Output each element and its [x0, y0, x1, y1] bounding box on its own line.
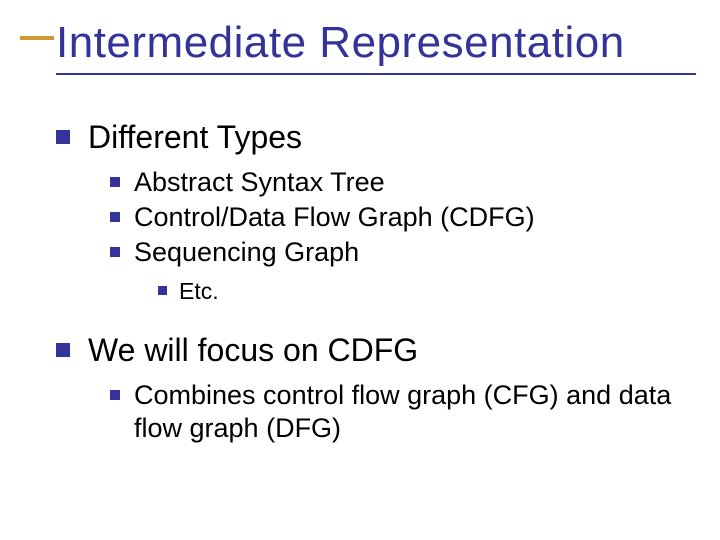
square-bullet-icon: [56, 343, 70, 357]
slide: Intermediate Representation Different Ty…: [0, 0, 720, 540]
bullet-text: Etc.: [179, 277, 219, 305]
bullet-level2: Combines control flow graph (CFG) and da…: [110, 379, 676, 445]
square-bullet-icon: [110, 247, 120, 257]
bullet-level2: Control/Data Flow Graph (CDFG): [110, 201, 676, 234]
slide-title: Intermediate Representation: [56, 18, 625, 68]
bullet-level1: We will focus on CDFG: [56, 331, 676, 369]
slide-body: Different Types Abstract Syntax Tree Con…: [56, 108, 676, 447]
bullet-level2-group: Combines control flow graph (CFG) and da…: [110, 379, 676, 445]
square-bullet-icon: [158, 286, 167, 295]
bullet-level2: Abstract Syntax Tree: [110, 166, 676, 199]
square-bullet-icon: [110, 212, 120, 222]
square-bullet-icon: [110, 177, 120, 187]
bullet-level3-group: Etc.: [158, 277, 676, 305]
bullet-text: Control/Data Flow Graph (CDFG): [134, 201, 535, 234]
bullet-text: Sequencing Graph: [134, 236, 359, 269]
bullet-level3: Etc.: [158, 277, 676, 305]
bullet-text: Combines control flow graph (CFG) and da…: [134, 379, 676, 445]
square-bullet-icon: [110, 390, 120, 400]
accent-line: [20, 36, 54, 40]
bullet-level1: Different Types: [56, 118, 676, 156]
square-bullet-icon: [56, 130, 70, 144]
bullet-text: Abstract Syntax Tree: [134, 166, 385, 199]
bullet-level2-group: Abstract Syntax Tree Control/Data Flow G…: [110, 166, 676, 305]
bullet-text: We will focus on CDFG: [88, 331, 418, 369]
bullet-level2: Sequencing Graph: [110, 236, 676, 269]
bullet-text: Different Types: [88, 118, 302, 156]
title-underline: [56, 73, 696, 75]
